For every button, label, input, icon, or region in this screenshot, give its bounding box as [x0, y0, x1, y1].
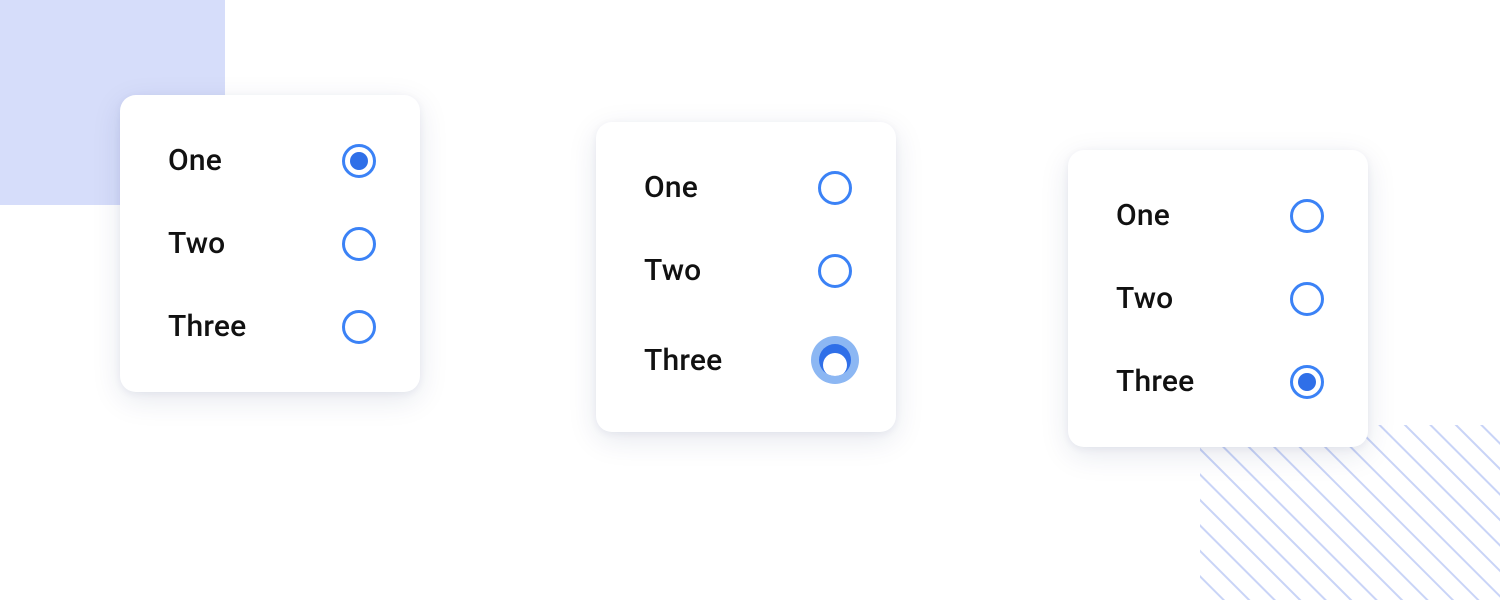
decorative-hatch — [1200, 425, 1500, 600]
radio-label: Three — [1116, 364, 1194, 399]
radio-indicator-unselected[interactable] — [1290, 282, 1324, 316]
radio-label: Two — [644, 253, 701, 288]
radio-label: Three — [644, 343, 722, 378]
radio-option-two[interactable]: Two — [1116, 281, 1324, 316]
radio-indicator-unselected[interactable] — [818, 254, 852, 288]
radio-option-one[interactable]: One — [644, 170, 852, 205]
radio-card-default: One Two Three — [120, 95, 420, 392]
radio-label: One — [168, 143, 222, 178]
radio-option-three[interactable]: Three — [168, 309, 376, 344]
radio-indicator-unselected[interactable] — [818, 171, 852, 205]
radio-option-three[interactable]: Three — [1116, 364, 1324, 399]
radio-indicator-selected[interactable] — [342, 144, 376, 178]
radio-indicator-selected[interactable] — [1290, 365, 1324, 399]
radio-label: One — [644, 170, 698, 205]
stage: One Two Three One Two Three — [0, 0, 1500, 600]
radio-label: One — [1116, 198, 1170, 233]
radio-label: Three — [168, 309, 246, 344]
radio-option-two[interactable]: Two — [168, 226, 376, 261]
radio-touch-ring — [819, 344, 851, 376]
radio-label: Two — [168, 226, 225, 261]
radio-indicator-unselected[interactable] — [342, 227, 376, 261]
radio-indicator-touching[interactable] — [811, 336, 859, 384]
radio-indicator-unselected[interactable] — [1290, 199, 1324, 233]
radio-card-moved: One Two Three — [1068, 150, 1368, 447]
radio-option-one[interactable]: One — [1116, 198, 1324, 233]
radio-option-three[interactable]: Three — [644, 336, 852, 384]
radio-option-one[interactable]: One — [168, 143, 376, 178]
radio-label: Two — [1116, 281, 1173, 316]
radio-card-touching: One Two Three — [596, 122, 896, 432]
radio-indicator-unselected[interactable] — [342, 310, 376, 344]
radio-option-two[interactable]: Two — [644, 253, 852, 288]
